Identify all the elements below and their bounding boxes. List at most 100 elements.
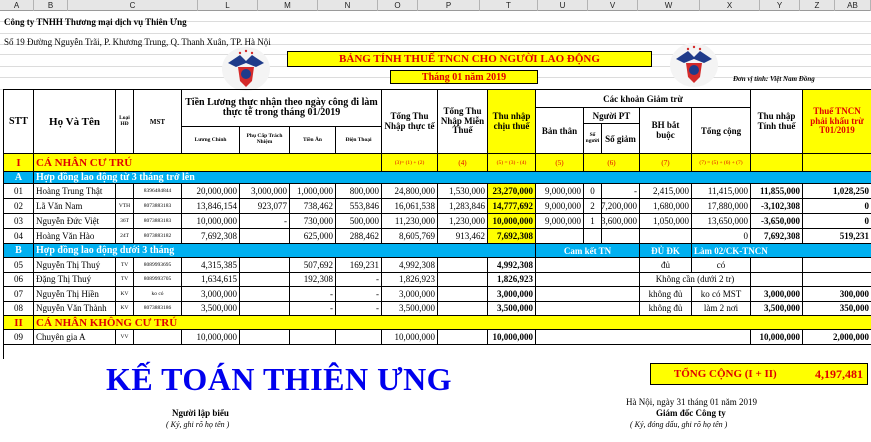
row-b-an[interactable]: 192,308 <box>290 272 336 287</box>
column-a[interactable]: A <box>0 0 34 11</box>
row-b-mien_blank[interactable] <box>438 258 488 273</box>
row-ii-mien_blank[interactable] <box>438 330 488 345</box>
column-u[interactable]: U <box>538 0 588 11</box>
row-a-cong[interactable]: 0 <box>692 229 751 244</box>
row-b-thue[interactable] <box>803 273 871 287</box>
column-x[interactable]: X <box>700 0 760 11</box>
row-a-dt[interactable]: 288,462 <box>336 229 382 244</box>
row-b-an[interactable]: 507,692 <box>290 258 336 273</box>
row-b-mst[interactable]: 8089993705 <box>134 272 182 287</box>
row-b-loai[interactable]: TV <box>116 258 134 273</box>
row-a-stt[interactable]: 02 <box>4 199 34 214</box>
row-a-tong[interactable]: 24,800,000 <box>382 184 438 199</box>
column-w[interactable]: W <box>638 0 700 11</box>
row-a-cong[interactable]: 17,880,000 <box>692 199 751 214</box>
row-a-name[interactable]: Lã Văn Nam <box>34 199 116 214</box>
row-b-dt[interactable]: - <box>336 272 382 287</box>
row-b-mien_blank[interactable] <box>438 301 488 316</box>
row-b-phucap[interactable] <box>240 272 290 287</box>
row-b-tong[interactable]: 3,500,000 <box>382 301 438 316</box>
row-a-luong[interactable]: 7,692,308 <box>182 229 240 244</box>
row-b-stt[interactable]: 08 <box>4 301 34 316</box>
row-ii-gap[interactable] <box>536 330 751 345</box>
row-b-du[interactable]: đủ <box>640 258 692 273</box>
row-a-thue[interactable]: 0 <box>803 214 871 229</box>
row-a-giam[interactable]: 7,200,000 <box>602 199 640 214</box>
column-l[interactable]: L <box>198 0 258 11</box>
row-ii-dt[interactable] <box>336 330 382 345</box>
row-b-dt[interactable]: 169,231 <box>336 258 382 273</box>
row-a-dt[interactable]: 500,000 <box>336 214 382 229</box>
row-b-co[interactable]: làm 2 nơi <box>692 301 751 316</box>
row-a-giam[interactable]: 3,600,000 <box>602 214 640 229</box>
column-v[interactable]: V <box>588 0 638 11</box>
row-ii-phucap[interactable] <box>240 330 290 345</box>
row-a-banthan[interactable]: 9,000,000 <box>536 199 584 214</box>
row-a-dt[interactable]: 553,846 <box>336 199 382 214</box>
row-a-tong[interactable]: 16,061,538 <box>382 199 438 214</box>
column-p[interactable]: P <box>418 0 480 11</box>
row-a-tinh[interactable]: -3,650,000 <box>751 214 803 229</box>
row-a-chiu[interactable]: 14,777,692 <box>488 199 536 214</box>
row-b-an[interactable]: - <box>290 287 336 302</box>
row-ii-tong[interactable]: 10,000,000 <box>382 330 438 345</box>
row-a-phucap[interactable]: - <box>240 214 290 229</box>
row-a-an[interactable]: 730,000 <box>290 214 336 229</box>
row-b-loai[interactable]: KV <box>116 287 134 302</box>
row-a-giam[interactable] <box>602 229 640 244</box>
row-a-nguoi[interactable]: 0 <box>584 184 602 199</box>
row-a-luong[interactable]: 20,000,000 <box>182 184 240 199</box>
row-b-mst[interactable]: ko có <box>134 287 182 302</box>
row-b-tinh[interactable] <box>751 272 803 287</box>
row-a-dt[interactable]: 800,000 <box>336 184 382 199</box>
row-a-giam[interactable]: - <box>602 184 640 199</box>
row-a-chiu[interactable]: 10,000,000 <box>488 214 536 229</box>
row-a-mien[interactable]: 913,462 <box>438 229 488 244</box>
row-a-thue[interactable]: 1,028,250 <box>803 184 871 199</box>
row-ii-loai[interactable]: VV <box>116 330 134 345</box>
row-b-gap[interactable] <box>536 272 640 287</box>
row-a-banthan[interactable]: 9,000,000 <box>536 214 584 229</box>
worksheet[interactable]: Công ty TNHH Thương mại dịch vụ Thiên Ưn… <box>0 11 871 442</box>
row-a-an[interactable]: 1,000,000 <box>290 184 336 199</box>
row-a-nguoi[interactable]: 2 <box>584 199 602 214</box>
row-a-bh[interactable]: 1,050,000 <box>640 214 692 229</box>
row-a-cong[interactable]: 13,650,000 <box>692 214 751 229</box>
row-a-tong[interactable]: 8,605,769 <box>382 229 438 244</box>
row-b-an[interactable]: - <box>290 301 336 316</box>
row-b-mien_blank[interactable] <box>438 287 488 302</box>
row-b-phucap[interactable] <box>240 258 290 273</box>
row-a-name[interactable]: Hoàng Trung Thật <box>34 184 116 199</box>
row-a-mst[interactable]: 8396484844 <box>134 184 182 199</box>
row-a-bh[interactable] <box>640 229 692 244</box>
row-a-banthan[interactable] <box>536 229 584 244</box>
row-b-phucap[interactable] <box>240 287 290 302</box>
row-b-co[interactable]: ko có MST <box>692 287 751 302</box>
row-a-tinh[interactable]: 7,692,308 <box>751 229 803 244</box>
row-a-luong[interactable]: 10,000,000 <box>182 214 240 229</box>
row-a-phucap[interactable]: 923,077 <box>240 199 290 214</box>
row-b-tinh[interactable]: 3,000,000 <box>751 287 803 302</box>
row-a-cong[interactable]: 11,415,000 <box>692 184 751 199</box>
row-b-du[interactable]: không đủ <box>640 301 692 316</box>
row-a-an[interactable]: 625,000 <box>290 229 336 244</box>
row-a-mien[interactable]: 1,230,000 <box>438 214 488 229</box>
column-o[interactable]: O <box>378 0 418 11</box>
row-a-stt[interactable]: 04 <box>4 229 34 244</box>
row-b-name[interactable]: Nguyễn Thị Hiền <box>34 287 116 302</box>
row-b-stt[interactable]: 07 <box>4 287 34 302</box>
row-a-phucap[interactable]: 3,000,000 <box>240 184 290 199</box>
row-a-name[interactable]: Nguyễn Đức Việt <box>34 214 116 229</box>
row-b-thue[interactable] <box>803 258 871 273</box>
column-c[interactable]: C <box>68 0 198 11</box>
row-ii-chiu[interactable]: 10,000,000 <box>488 330 536 345</box>
row-a-tinh[interactable]: 11,855,000 <box>751 184 803 199</box>
row-a-mst[interactable]: 8073883183 <box>134 199 182 214</box>
row-b-name[interactable]: Đặng Thị Thuý <box>34 272 116 287</box>
row-b-luong[interactable]: 4,315,385 <box>182 258 240 273</box>
row-a-nguoi[interactable]: 1 <box>584 214 602 229</box>
row-b-loai[interactable]: KV <box>116 301 134 316</box>
row-a-loai[interactable]: 24T <box>116 229 134 244</box>
row-b-du[interactable]: Không cần (dưới 2 tr) <box>640 272 751 287</box>
row-a-nguoi[interactable] <box>584 229 602 244</box>
